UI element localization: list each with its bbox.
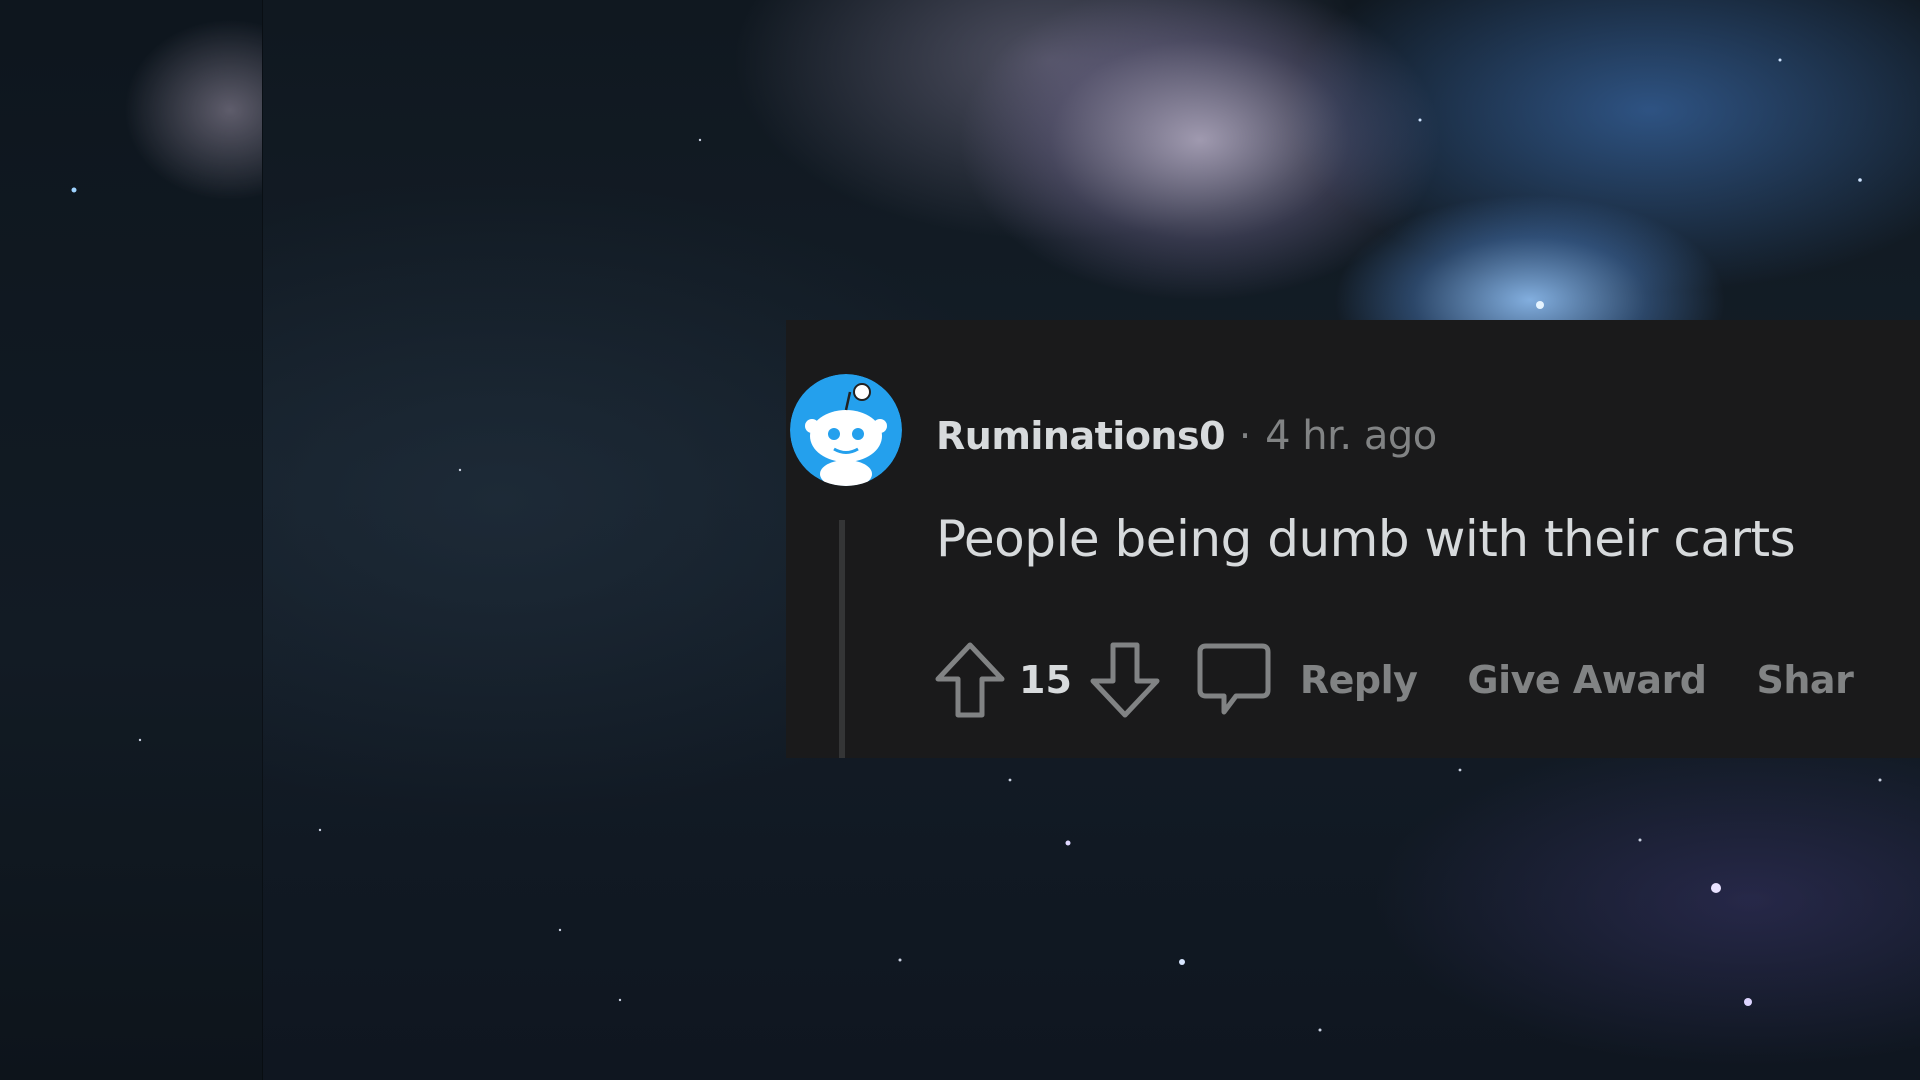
comment-actions: 15 Reply Give Award Shar — [929, 632, 1854, 728]
speech-bubble-icon — [1194, 640, 1274, 720]
snoo-avatar[interactable] — [790, 374, 902, 486]
username-link[interactable]: Ruminations0 — [936, 414, 1226, 458]
give-award-button[interactable]: Give Award — [1467, 658, 1707, 702]
reply-label: Reply — [1299, 658, 1418, 702]
meta-separator: · — [1239, 414, 1252, 458]
comment-body: People being dumb with their carts — [936, 510, 1796, 568]
comment-card: Ruminations0 · 4 hr. ago People being du… — [786, 320, 1920, 758]
thread-line[interactable] — [839, 520, 845, 758]
arrow-up-icon — [935, 642, 1005, 718]
downvote-button[interactable] — [1084, 637, 1166, 723]
comment-meta: Ruminations0 · 4 hr. ago — [936, 406, 1437, 466]
arrow-down-icon — [1090, 642, 1160, 718]
share-button[interactable]: Shar — [1757, 658, 1854, 702]
vote-score: 15 — [1019, 658, 1072, 702]
upvote-button[interactable] — [929, 637, 1011, 723]
timestamp[interactable]: 4 hr. ago — [1265, 413, 1437, 459]
reply-button[interactable]: Reply — [1194, 640, 1418, 720]
